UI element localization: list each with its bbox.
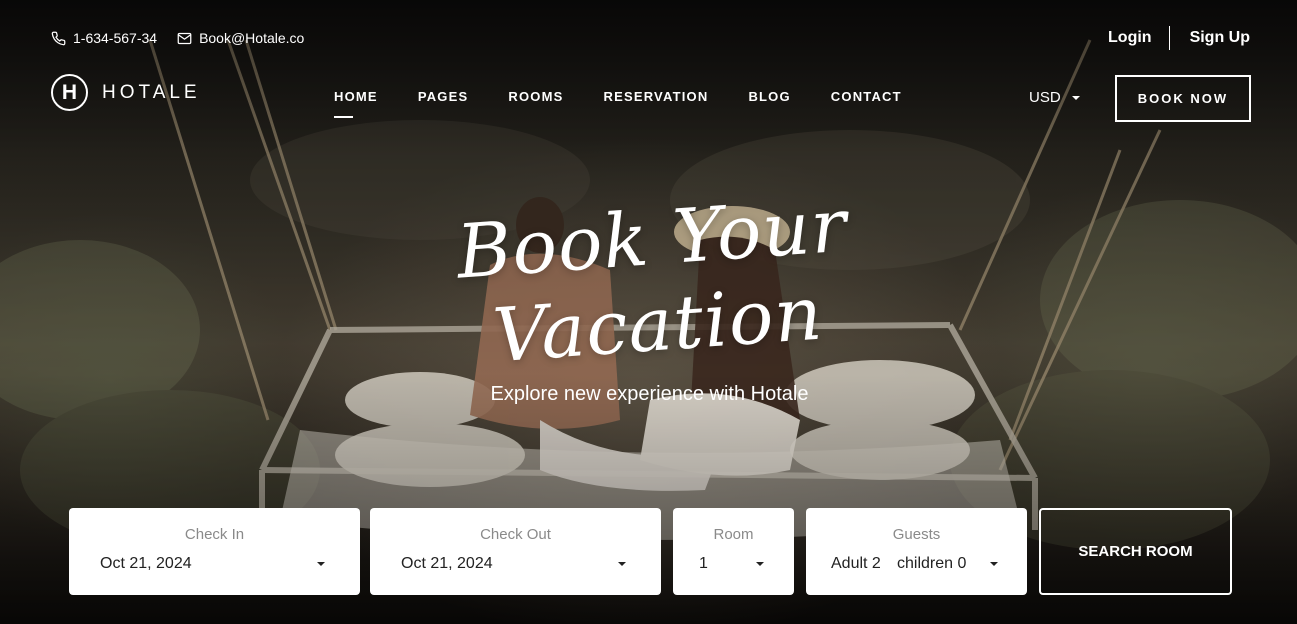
check-out-field[interactable]: Check Out Oct 21, 2024 [370,508,661,595]
hero-section: 1-634-567-34 Book@Hotale.co Login Sign U… [0,0,1297,624]
room-field[interactable]: Room 1 [673,508,794,595]
caret-down-icon [1071,95,1080,100]
caret-down-icon [317,562,325,566]
nav-item-rooms[interactable]: ROOMS [508,89,563,104]
signup-link[interactable]: Sign Up [1190,29,1250,47]
mail-icon [177,32,192,44]
hero-subheadline-text: Explore new experience with Hotale [490,383,809,405]
room-value: 1 [699,555,708,572]
check-in-value: Oct 21, 2024 [100,555,192,572]
auth-links: Login Sign Up [1108,26,1250,50]
hero-subheadline: Explore new experience with Hotale [0,383,1297,406]
currency-selector[interactable]: USD [1029,89,1080,106]
check-out-label: Check Out [480,526,551,543]
logo-mark-icon: H [51,74,88,111]
brand-name: HOTALE [102,81,201,103]
book-now-button[interactable]: BOOK NOW [1115,75,1251,122]
check-in-field[interactable]: Check In Oct 21, 2024 [69,508,360,595]
phone-icon [51,31,66,45]
nav-item-contact[interactable]: CONTACT [831,89,902,104]
email-contact[interactable]: Book@Hotale.co [177,30,304,46]
nav-item-home[interactable]: HOME [334,89,378,118]
search-room-button[interactable]: SEARCH ROOM [1039,508,1232,595]
guests-children-value: children 0 [897,555,967,572]
nav-item-blog[interactable]: BLOG [748,89,790,104]
check-out-value: Oct 21, 2024 [401,555,493,572]
top-bar: 1-634-567-34 Book@Hotale.co Login Sign U… [51,26,1250,50]
login-link[interactable]: Login [1108,29,1152,47]
phone-number: 1-634-567-34 [73,30,158,46]
phone-contact[interactable]: 1-634-567-34 [51,30,157,46]
guests-label: Guests [892,526,941,543]
nav-item-pages[interactable]: PAGES [418,89,469,104]
main-nav: HOME PAGES ROOMS RESERVATION BLOG CONTAC… [334,89,942,118]
currency-value: USD [1029,89,1061,106]
nav-item-reservation[interactable]: RESERVATION [604,89,709,104]
auth-divider [1168,26,1170,50]
caret-down-icon [990,562,998,566]
brand-logo[interactable]: H HOTALE [51,74,201,111]
room-label: Room [713,526,754,543]
email-address: Book@Hotale.co [199,30,305,46]
caret-down-icon [756,562,764,566]
guests-field[interactable]: Guests Adult 2 children 0 [806,508,1027,595]
guests-adults-value: Adult 2 [831,555,881,572]
caret-down-icon [618,562,626,566]
check-in-label: Check In [184,526,245,543]
